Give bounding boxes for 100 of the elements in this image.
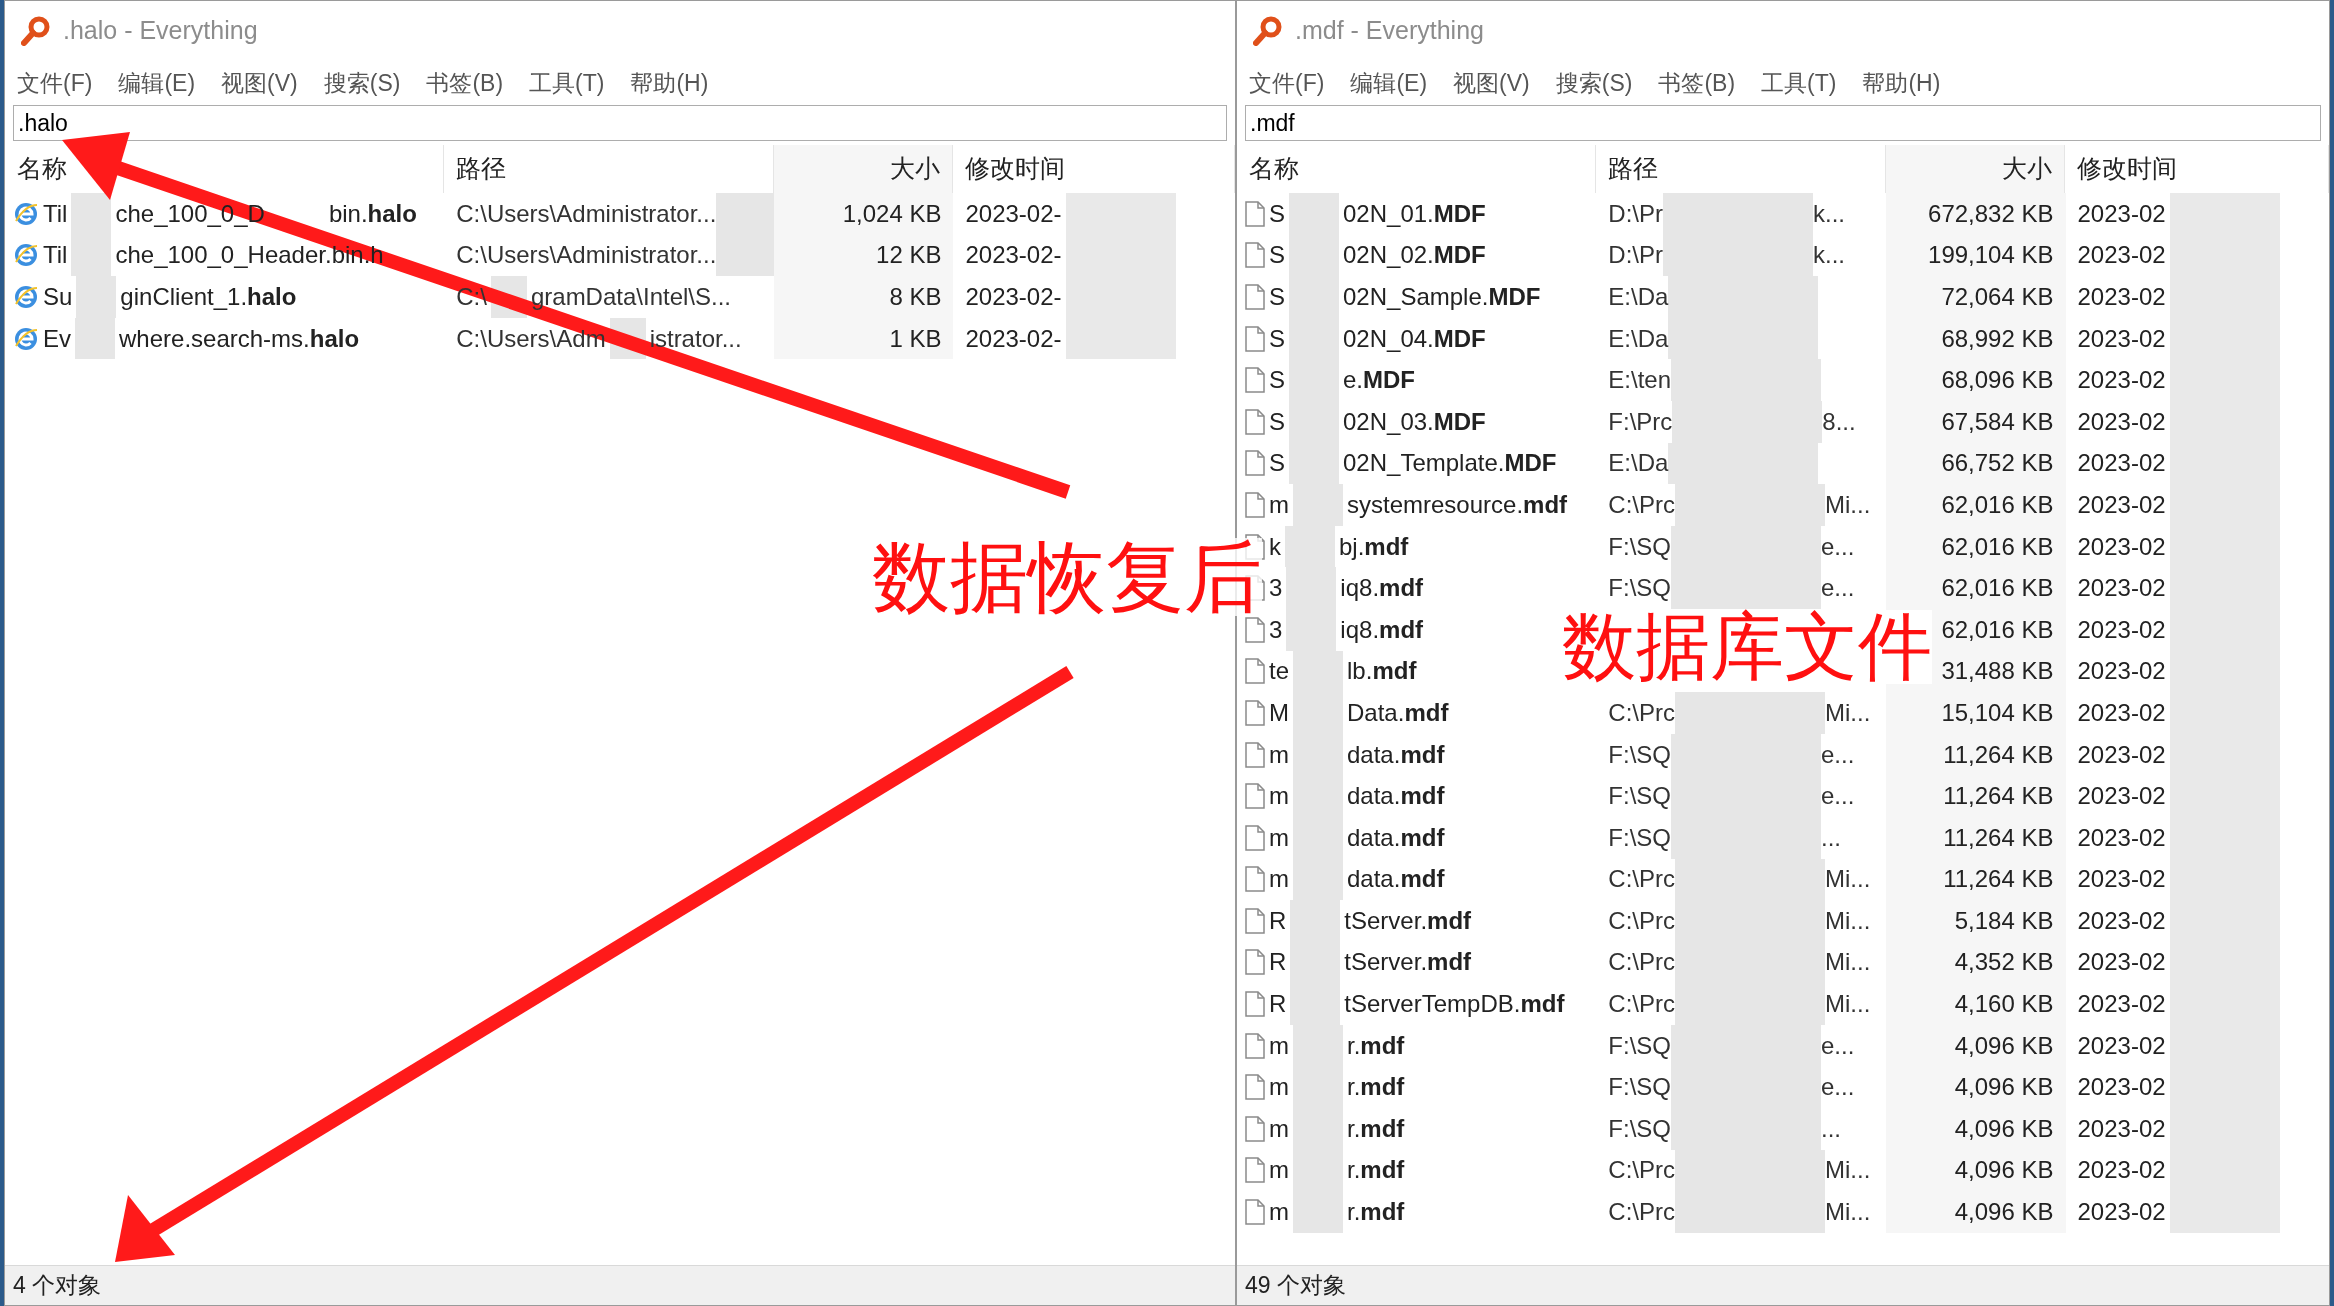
date-cell-text: 2023-02: [2077, 656, 2166, 687]
size-cell-text: 68,992 KB: [1941, 323, 2054, 354]
file-name-part: m: [1269, 489, 1289, 520]
menu-item[interactable]: 工具(T): [529, 65, 605, 101]
file-name-part: 02N_Template.MDF: [1343, 448, 1557, 479]
file-icon: [1245, 783, 1265, 810]
menu-item[interactable]: 帮助(H): [630, 65, 709, 101]
file-name-part: iq8.mdf: [1340, 614, 1424, 645]
file-name-part: m: [1269, 1072, 1289, 1103]
file-icon: [1245, 949, 1265, 976]
size-cell-text: 31,488 KB: [1941, 656, 2054, 687]
menu-item[interactable]: 帮助(H): [1862, 65, 1941, 101]
date-cell-text: 2023-02: [2077, 905, 2166, 936]
file-icon: [1245, 658, 1265, 685]
menu-item[interactable]: 视图(V): [221, 65, 298, 101]
path-part: C:\Prc: [1608, 697, 1675, 728]
file-name-part: iq8.mdf: [1340, 573, 1424, 604]
date-cell-text: 2023-02: [2077, 781, 2166, 812]
path-part: C:\Users\Administrator...: [456, 198, 717, 229]
size-cell-text: 62,016 KB: [1941, 489, 2054, 520]
path-part: C:\Prc: [1608, 947, 1675, 978]
date-cell-text: 2023-02-: [965, 240, 1062, 271]
file-icon: [1245, 699, 1265, 726]
search-field[interactable]: .halo: [13, 105, 1227, 141]
date-cell-text: 2023-02: [2077, 697, 2166, 728]
size-cell-text: 4,096 KB: [1954, 1072, 2054, 1103]
menu-item[interactable]: 视图(V): [1453, 65, 1530, 101]
menu-item[interactable]: 搜索(S): [323, 65, 401, 101]
date-cell-text: 2023-02: [2077, 1072, 2166, 1103]
size-cell-text: 72,064 KB: [1941, 282, 2054, 312]
menu-item[interactable]: 文件(F): [1249, 65, 1325, 101]
size-cell-text: 4,096 KB: [1954, 1155, 2054, 1186]
file-name-part: r.mdf: [1347, 1072, 1405, 1103]
date-cell-text: 2023-02: [2077, 198, 2166, 229]
browser-icon: [13, 242, 39, 269]
size-cell-text: 68,096 KB: [1941, 365, 2054, 396]
path-part: F:\Prc: [1608, 406, 1673, 437]
date-cell-text: 2023-02: [2077, 1113, 2166, 1144]
menu-item[interactable]: 书签(B): [1658, 65, 1736, 101]
file-icon: [1245, 741, 1265, 768]
path-part: Mi...: [1825, 489, 1871, 520]
magnifier-icon: [1253, 16, 1283, 46]
path-part: F:\SQ: [1608, 781, 1671, 812]
file-name-part: S: [1269, 448, 1285, 479]
path-part: Mi...: [1825, 697, 1871, 728]
path-part: Mi...: [1825, 1197, 1871, 1228]
file-name-part: S: [1269, 240, 1285, 271]
file-icon: [1245, 1115, 1265, 1142]
path-part: Mi...: [1825, 1155, 1871, 1186]
file-name-part: S: [1269, 365, 1285, 396]
path-part: istrator...: [649, 323, 742, 354]
file-name-part: r.mdf: [1347, 1113, 1405, 1144]
browser-icon: [13, 325, 39, 352]
path-part: F:\SQ: [1608, 1072, 1671, 1103]
file-icon: [1245, 1157, 1265, 1184]
date-cell-text: 2023-02: [2077, 282, 2166, 312]
path-part: F:\SQ: [1608, 822, 1671, 853]
file-name-part: tServer.mdf: [1344, 905, 1472, 936]
file-name-part: 02N_Sample.MDF: [1343, 282, 1541, 312]
menu-item[interactable]: 搜索(S): [1555, 65, 1633, 101]
menu-item[interactable]: 书签(B): [426, 65, 504, 101]
size-cell-text: 4,096 KB: [1954, 1113, 2054, 1144]
menu-item[interactable]: 文件(F): [17, 65, 93, 101]
file-name-part: m: [1269, 781, 1289, 812]
size-cell-text: 12 KB: [876, 240, 942, 271]
column-header[interactable]: 大小: [773, 145, 954, 193]
file-name-part: data.mdf: [1347, 822, 1445, 853]
date-cell-text: 2023-02: [2077, 947, 2166, 978]
menu-item[interactable]: 编辑(E): [1350, 65, 1428, 101]
path-part: F:\SQ: [1608, 531, 1671, 562]
path-part: Mi...: [1825, 905, 1871, 936]
file-icon: [1245, 367, 1265, 394]
path-part: E:\Da: [1608, 323, 1669, 354]
redaction-block: [1293, 1191, 1343, 1233]
date-cell-text: 2023-02: [2077, 739, 2166, 770]
column-header[interactable]: 大小: [1885, 145, 2066, 193]
path-part: E:\ten: [1608, 365, 1672, 396]
file-name-part: S: [1269, 282, 1285, 312]
size-cell-text: 4,096 KB: [1954, 1030, 2054, 1061]
search-field[interactable]: .mdf: [1245, 105, 2321, 141]
date-cell-text: 2023-02: [2077, 406, 2166, 437]
file-name-part: where.search-ms.halo: [119, 323, 360, 354]
path-part: e...: [1821, 573, 1855, 604]
file-name-part: r.mdf: [1347, 1030, 1405, 1061]
size-cell-text: 1,024 KB: [842, 198, 942, 229]
file-name-part: m: [1269, 1155, 1289, 1186]
path-part: e...: [1821, 781, 1855, 812]
path-part: C:\Users\Adm: [456, 323, 606, 354]
path-part: C:\Users\Administrator...: [456, 240, 717, 271]
file-icon: [1245, 866, 1265, 893]
path-part: e...: [1821, 1072, 1855, 1103]
file-name-part: k: [1269, 531, 1281, 562]
menu-item[interactable]: 编辑(E): [118, 65, 196, 101]
menu-item[interactable]: 工具(T): [1761, 65, 1837, 101]
file-name-part: R: [1269, 989, 1287, 1020]
date-cell-text: 2023-02: [2077, 323, 2166, 354]
path-part: 8...: [1822, 406, 1856, 437]
file-name-part: bin.halo: [328, 198, 417, 229]
file-name-part: tServerTempDB.mdf: [1344, 989, 1565, 1020]
file-name-part: data.mdf: [1347, 739, 1445, 770]
